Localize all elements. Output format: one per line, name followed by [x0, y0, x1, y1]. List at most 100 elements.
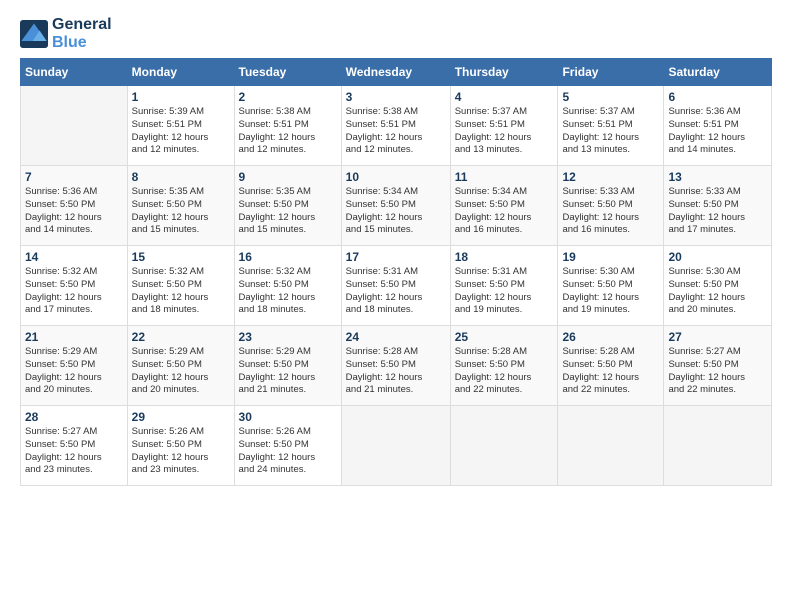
day-number: 5 [562, 90, 659, 104]
calendar-cell: 4Sunrise: 5:37 AM Sunset: 5:51 PM Daylig… [450, 86, 558, 166]
calendar-cell: 2 Sunrise: 5:38 AM Sunset: 5:51 PM Daylig… [234, 86, 341, 166]
day-number: 9 [239, 170, 337, 184]
day-number: 18 [455, 250, 554, 264]
calendar-cell: 14 Sunrise: 5:32 AM Sunset: 5:50 PM Dayli… [21, 246, 128, 326]
calendar-cell: 21 Sunrise: 5:29 AM Sunset: 5:50 PM Dayli… [21, 326, 128, 406]
calendar-cell [664, 406, 772, 486]
day-number: 16 [239, 250, 337, 264]
cell-info: Sunrise: 5:35 AM Sunset: 5:50 PM Dayligh… [132, 186, 230, 237]
day-number: 27 [668, 330, 767, 344]
day-number: 21 [25, 330, 123, 344]
cell-info: Sunrise: 5:29 AM Sunset: 5:50 PM Dayligh… [25, 346, 123, 397]
calendar-cell: 20 Sunrise: 5:30 AM Sunset: 5:50 PM Dayli… [664, 246, 772, 326]
cell-info: Sunrise: 5:31 AM Sunset: 5:50 PM Dayligh… [346, 266, 446, 317]
calendar-cell: 17 Sunrise: 5:31 AM Sunset: 5:50 PM Dayli… [341, 246, 450, 326]
calendar-cell: 15 Sunrise: 5:32 AM Sunset: 5:50 PM Dayli… [127, 246, 234, 326]
cell-info: Sunrise: 5:29 AM Sunset: 5:50 PM Dayligh… [132, 346, 230, 397]
cell-info: Sunrise: 5:31 AM Sunset: 5:50 PM Dayligh… [455, 266, 554, 317]
cell-info: Sunrise: 5:30 AM Sunset: 5:50 PM Dayligh… [562, 266, 659, 317]
calendar-cell: 24 Sunrise: 5:28 AM Sunset: 5:50 PM Dayli… [341, 326, 450, 406]
week-row-4: 21 Sunrise: 5:29 AM Sunset: 5:50 PM Dayli… [21, 326, 772, 406]
cell-info: Sunrise: 5:38 AM Sunset: 5:51 PM Dayligh… [239, 106, 337, 157]
day-number: 30 [239, 410, 337, 424]
day-number: 11 [455, 170, 554, 184]
day-number: 24 [346, 330, 446, 344]
page: General Blue SundayMondayTuesdayWednesda… [0, 0, 792, 502]
weekday-monday: Monday [127, 59, 234, 86]
calendar-cell: 5Sunrise: 5:37 AM Sunset: 5:51 PM Daylig… [558, 86, 664, 166]
cell-info: Sunrise: 5:28 AM Sunset: 5:50 PM Dayligh… [455, 346, 554, 397]
week-row-1: 1 Sunrise: 5:39 AM Sunset: 5:51 PM Daylig… [21, 86, 772, 166]
calendar-cell: 16 Sunrise: 5:32 AM Sunset: 5:50 PM Dayli… [234, 246, 341, 326]
weekday-sunday: Sunday [21, 59, 128, 86]
day-number: 12 [562, 170, 659, 184]
calendar-cell [450, 406, 558, 486]
header: General Blue [20, 16, 772, 52]
cell-info: Sunrise: 5:28 AM Sunset: 5:50 PM Dayligh… [346, 346, 446, 397]
calendar-cell: 28 Sunrise: 5:27 AM Sunset: 5:50 PM Dayli… [21, 406, 128, 486]
day-number: 14 [25, 250, 123, 264]
weekday-tuesday: Tuesday [234, 59, 341, 86]
cell-info: Sunrise: 5:39 AM Sunset: 5:51 PM Dayligh… [132, 106, 230, 157]
weekday-saturday: Saturday [664, 59, 772, 86]
weekday-thursday: Thursday [450, 59, 558, 86]
calendar-cell: 25 Sunrise: 5:28 AM Sunset: 5:50 PM Dayli… [450, 326, 558, 406]
day-number: 22 [132, 330, 230, 344]
week-row-2: 7 Sunrise: 5:36 AM Sunset: 5:50 PM Daylig… [21, 166, 772, 246]
logo-text: General Blue [52, 16, 112, 52]
day-number: 20 [668, 250, 767, 264]
cell-info: Sunrise: 5:36 AM Sunset: 5:51 PM Dayligh… [668, 106, 767, 157]
calendar-cell: 10Sunrise: 5:34 AM Sunset: 5:50 PM Dayli… [341, 166, 450, 246]
calendar-cell: 1 Sunrise: 5:39 AM Sunset: 5:51 PM Daylig… [127, 86, 234, 166]
day-number: 7 [25, 170, 123, 184]
week-row-3: 14 Sunrise: 5:32 AM Sunset: 5:50 PM Dayli… [21, 246, 772, 326]
cell-info: Sunrise: 5:32 AM Sunset: 5:50 PM Dayligh… [132, 266, 230, 317]
cell-info: Sunrise: 5:36 AM Sunset: 5:50 PM Dayligh… [25, 186, 123, 237]
day-number: 15 [132, 250, 230, 264]
calendar-cell: 11 Sunrise: 5:34 AM Sunset: 5:50 PM Dayli… [450, 166, 558, 246]
day-number: 10 [346, 170, 446, 184]
day-number: 29 [132, 410, 230, 424]
cell-info: Sunrise: 5:38 AM Sunset: 5:51 PM Dayligh… [346, 106, 446, 157]
calendar-cell: 26Sunrise: 5:28 AM Sunset: 5:50 PM Dayli… [558, 326, 664, 406]
calendar-cell: 18 Sunrise: 5:31 AM Sunset: 5:50 PM Dayli… [450, 246, 558, 326]
cell-info: Sunrise: 5:32 AM Sunset: 5:50 PM Dayligh… [239, 266, 337, 317]
calendar-cell: 29 Sunrise: 5:26 AM Sunset: 5:50 PM Dayli… [127, 406, 234, 486]
cell-info: Sunrise: 5:34 AM Sunset: 5:50 PM Dayligh… [455, 186, 554, 237]
cell-info: Sunrise: 5:33 AM Sunset: 5:50 PM Dayligh… [668, 186, 767, 237]
day-number: 23 [239, 330, 337, 344]
cell-info: Sunrise: 5:27 AM Sunset: 5:50 PM Dayligh… [25, 426, 123, 477]
weekday-wednesday: Wednesday [341, 59, 450, 86]
day-number: 3 [346, 90, 446, 104]
calendar-cell: 13 Sunrise: 5:33 AM Sunset: 5:50 PM Dayli… [664, 166, 772, 246]
cell-info: Sunrise: 5:32 AM Sunset: 5:50 PM Dayligh… [25, 266, 123, 317]
day-number: 1 [132, 90, 230, 104]
day-number: 8 [132, 170, 230, 184]
day-number: 6 [668, 90, 767, 104]
cell-info: Sunrise: 5:26 AM Sunset: 5:50 PM Dayligh… [132, 426, 230, 477]
day-number: 17 [346, 250, 446, 264]
week-row-5: 28 Sunrise: 5:27 AM Sunset: 5:50 PM Dayli… [21, 406, 772, 486]
cell-info: Sunrise: 5:26 AM Sunset: 5:50 PM Dayligh… [239, 426, 337, 477]
calendar-cell: 27 Sunrise: 5:27 AM Sunset: 5:50 PM Dayli… [664, 326, 772, 406]
day-number: 25 [455, 330, 554, 344]
calendar-cell: 19Sunrise: 5:30 AM Sunset: 5:50 PM Dayli… [558, 246, 664, 326]
weekday-friday: Friday [558, 59, 664, 86]
cell-info: Sunrise: 5:30 AM Sunset: 5:50 PM Dayligh… [668, 266, 767, 317]
calendar-cell: 7 Sunrise: 5:36 AM Sunset: 5:50 PM Daylig… [21, 166, 128, 246]
cell-info: Sunrise: 5:27 AM Sunset: 5:50 PM Dayligh… [668, 346, 767, 397]
day-number: 2 [239, 90, 337, 104]
logo-icon [20, 20, 48, 48]
calendar-cell [558, 406, 664, 486]
logo: General Blue [20, 16, 112, 52]
cell-info: Sunrise: 5:28 AM Sunset: 5:50 PM Dayligh… [562, 346, 659, 397]
day-number: 28 [25, 410, 123, 424]
cell-info: Sunrise: 5:33 AM Sunset: 5:50 PM Dayligh… [562, 186, 659, 237]
calendar-cell [341, 406, 450, 486]
calendar-cell: 8 Sunrise: 5:35 AM Sunset: 5:50 PM Daylig… [127, 166, 234, 246]
calendar-cell: 22 Sunrise: 5:29 AM Sunset: 5:50 PM Dayli… [127, 326, 234, 406]
calendar-cell: 9Sunrise: 5:35 AM Sunset: 5:50 PM Daylig… [234, 166, 341, 246]
cell-info: Sunrise: 5:29 AM Sunset: 5:50 PM Dayligh… [239, 346, 337, 397]
day-number: 13 [668, 170, 767, 184]
calendar-cell: 3 Sunrise: 5:38 AM Sunset: 5:51 PM Daylig… [341, 86, 450, 166]
